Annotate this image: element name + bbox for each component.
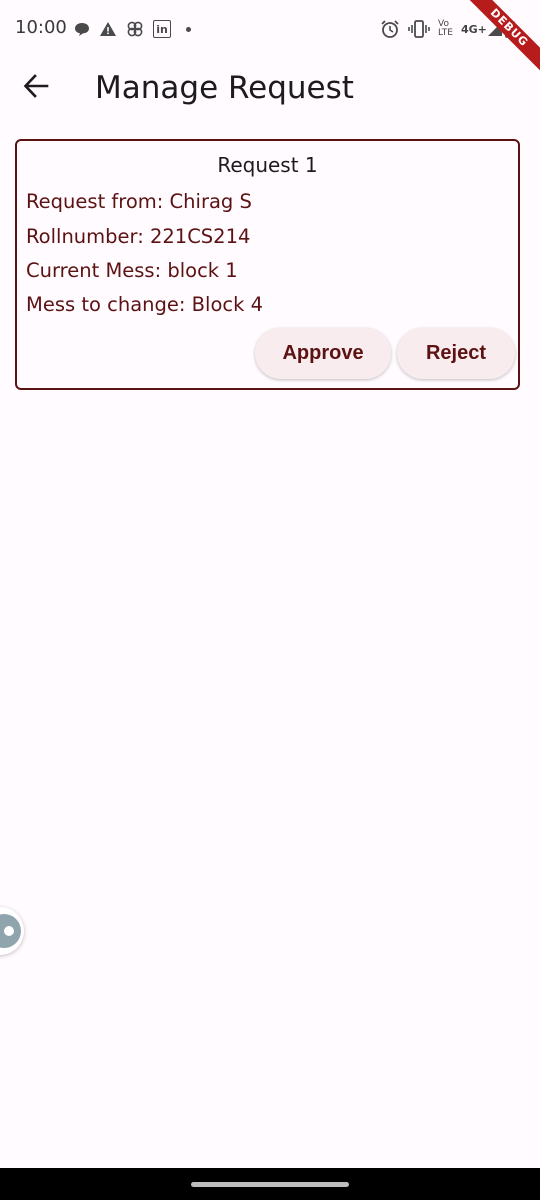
request-card: Request 1 Request from: Chirag S Rollnum… — [15, 139, 520, 390]
network-type: 4G+ — [460, 22, 487, 36]
page-title: Manage Request — [95, 70, 354, 106]
current-mess: Current Mess: block 1 — [26, 259, 238, 282]
reject-button[interactable]: Reject — [397, 328, 515, 379]
app-bar: Manage Request — [0, 58, 540, 118]
battery-icon — [504, 20, 515, 38]
bubble-dot — [4, 926, 14, 936]
arrow-left-icon — [23, 73, 49, 104]
vibrate-icon — [408, 20, 430, 38]
navigation-bar — [0, 1168, 540, 1200]
linkedin-icon: in — [153, 20, 171, 38]
request-title: Request 1 — [217, 153, 318, 177]
roll-number: Rollnumber: 221CS214 — [26, 225, 251, 248]
back-button[interactable] — [12, 64, 60, 112]
request-from: Request from: Chirag S — [26, 190, 252, 213]
warning-icon — [99, 21, 117, 37]
system-icons: Vo LTE 4G+ — [380, 17, 515, 41]
home-gesture-handle[interactable] — [191, 1182, 349, 1187]
pinwheel-icon — [126, 20, 144, 38]
status-time: 10:00 — [15, 17, 67, 38]
chat-bubble-icon — [74, 21, 90, 37]
floating-bubble[interactable] — [0, 907, 24, 955]
status-bar: 10:00 in Vo LTE 4G+ DEBUG — [0, 0, 540, 80]
dot-icon — [186, 26, 191, 32]
notification-icons: in — [74, 18, 191, 40]
volte-icon: Vo LTE — [438, 19, 453, 38]
approve-button[interactable]: Approve — [255, 328, 391, 379]
signal-icon — [487, 21, 503, 37]
alarm-icon — [380, 19, 400, 39]
mess-to-change: Mess to change: Block 4 — [26, 293, 263, 316]
